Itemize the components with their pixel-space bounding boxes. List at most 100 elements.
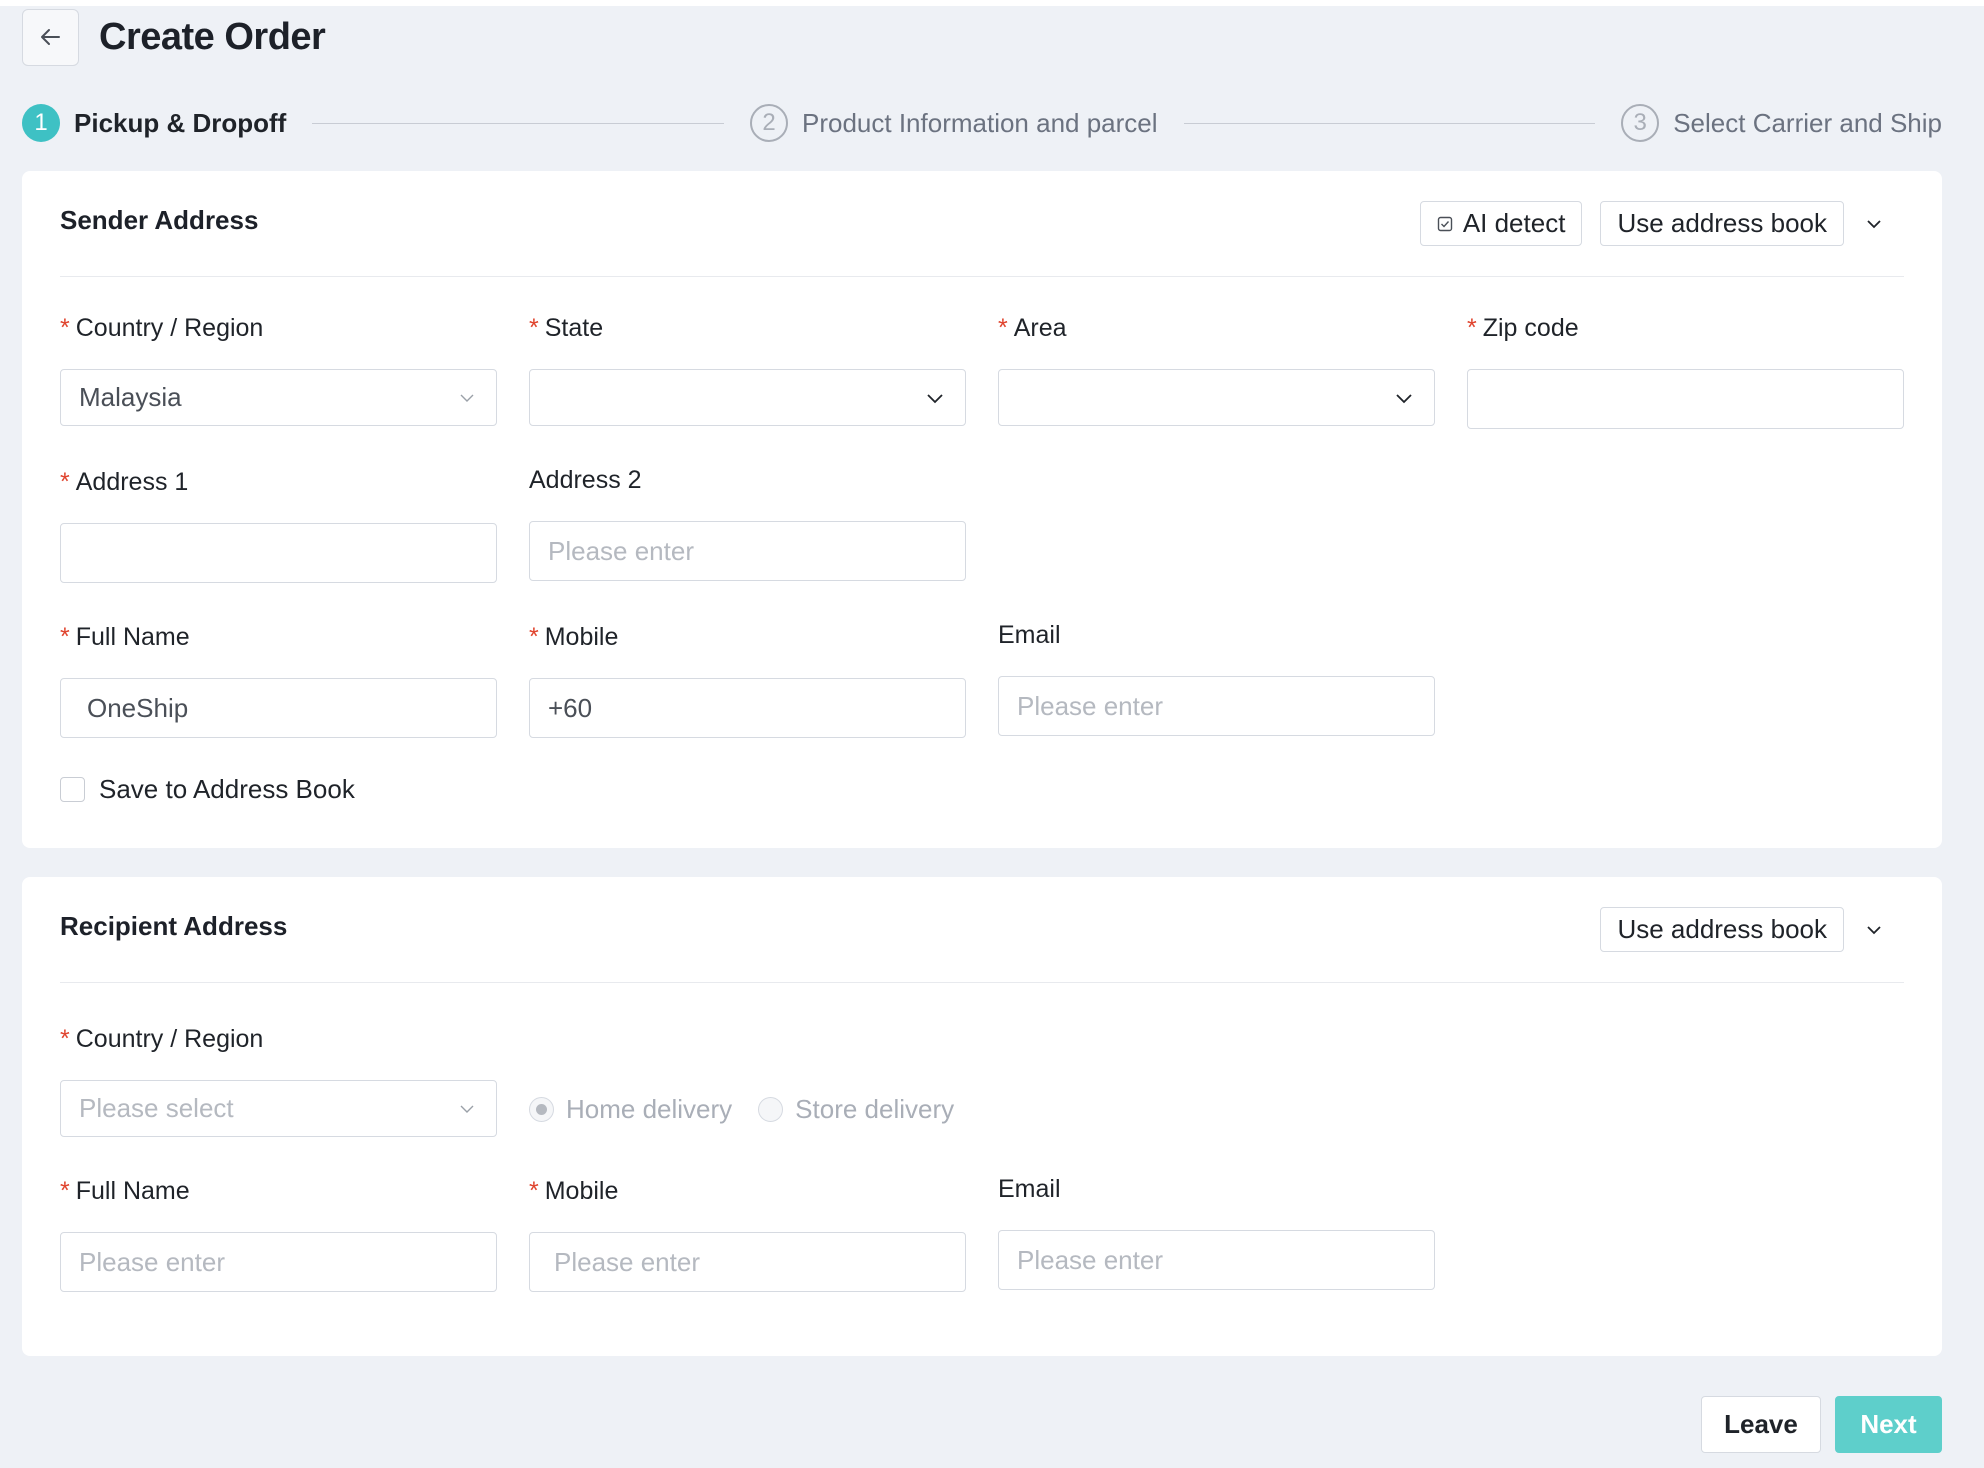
recipient-country-label: Country / Region xyxy=(75,1024,264,1053)
recipient-mobile-placeholder: Please enter xyxy=(554,1246,700,1277)
recipient-title: Recipient Address xyxy=(60,911,288,941)
sender-email-label: Email xyxy=(998,620,1061,649)
sender-state-field: * State xyxy=(529,311,966,426)
store-delivery-label: Store delivery xyxy=(795,1094,955,1124)
required-mark: * xyxy=(998,313,1008,342)
recipient-collapse-toggle[interactable] xyxy=(1844,907,1904,952)
recipient-email-field: Email Please enter xyxy=(998,1172,1435,1290)
sender-email-placeholder: Please enter xyxy=(1017,690,1163,721)
recipient-country-select[interactable]: Please select xyxy=(60,1080,497,1137)
recipient-email-input[interactable]: Please enter xyxy=(998,1230,1435,1290)
required-mark: * xyxy=(60,1176,70,1205)
recipient-fullname-placeholder: Please enter xyxy=(79,1246,225,1277)
required-mark: * xyxy=(1467,313,1477,342)
stepper: 1 Pickup & Dropoff 2 Product Information… xyxy=(22,102,1942,144)
chevron-down-icon xyxy=(925,388,945,408)
sender-country-field: * Country / Region Malaysia xyxy=(60,311,497,426)
store-delivery-radio[interactable] xyxy=(758,1097,784,1122)
sender-address1-input[interactable] xyxy=(60,523,497,583)
sender-area-select[interactable] xyxy=(998,369,1435,426)
required-mark: * xyxy=(60,467,70,496)
sender-mobile-label: Mobile xyxy=(544,622,619,651)
required-mark: * xyxy=(60,313,70,342)
sender-zip-input[interactable] xyxy=(1467,369,1904,429)
step-3-label: Select Carrier and Ship xyxy=(1673,107,1943,138)
leave-button[interactable]: Leave xyxy=(1701,1396,1821,1453)
chevron-down-icon xyxy=(458,389,476,407)
chevron-down-icon xyxy=(458,1100,476,1118)
sender-address-card: Sender Address AI detect Use address boo… xyxy=(22,171,1942,848)
save-address-label: Save to Address Book xyxy=(99,774,355,804)
step-2[interactable]: 2 Product Information and parcel xyxy=(750,104,1158,142)
step-1-number: 1 xyxy=(22,104,60,142)
recipient-actions: Use address book xyxy=(1600,907,1904,952)
step-1[interactable]: 1 Pickup & Dropoff xyxy=(22,104,286,142)
sender-address1-field: * Address 1 xyxy=(60,465,497,583)
sender-address2-input[interactable]: Please enter xyxy=(529,521,966,581)
recipient-mobile-label: Mobile xyxy=(544,1176,619,1205)
sender-zip-label: Zip code xyxy=(1482,313,1579,342)
step-1-label: Pickup & Dropoff xyxy=(74,107,287,138)
step-2-number: 2 xyxy=(750,104,788,142)
store-delivery-option[interactable]: Store delivery xyxy=(758,1094,954,1125)
required-mark: * xyxy=(60,622,70,651)
sender-card-header: Sender Address AI detect Use address boo… xyxy=(60,171,1904,277)
sender-email-input[interactable]: Please enter xyxy=(998,676,1435,736)
sender-address-book-button[interactable]: Use address book xyxy=(1600,201,1844,246)
recipient-fullname-input[interactable]: Please enter xyxy=(60,1232,497,1292)
sender-country-label: Country / Region xyxy=(75,313,264,342)
sender-state-select[interactable] xyxy=(529,369,966,426)
sender-state-label: State xyxy=(544,313,604,342)
recipient-country-placeholder: Please select xyxy=(79,1093,234,1123)
sender-country-select[interactable]: Malaysia xyxy=(60,369,497,426)
next-button[interactable]: Next xyxy=(1835,1396,1942,1453)
sender-mobile-value: +60 xyxy=(548,692,593,723)
sender-zip-field: * Zip code xyxy=(1467,311,1904,429)
recipient-email-label: Email xyxy=(998,1174,1061,1203)
save-to-address-book[interactable]: Save to Address Book xyxy=(60,774,355,805)
sender-address2-label: Address 2 xyxy=(529,465,642,494)
home-delivery-label: Home delivery xyxy=(566,1094,733,1124)
step-divider xyxy=(312,122,724,124)
sender-collapse-toggle[interactable] xyxy=(1844,201,1904,246)
chevron-down-icon xyxy=(1867,219,1881,228)
recipient-mobile-input[interactable]: Please enter xyxy=(529,1232,966,1292)
sender-area-label: Area xyxy=(1013,313,1067,342)
sender-address2-placeholder: Please enter xyxy=(548,535,694,566)
sender-fullname-input[interactable]: OneShip xyxy=(60,678,497,738)
home-delivery-radio[interactable] xyxy=(529,1097,554,1122)
sender-fullname-value: OneShip xyxy=(87,692,189,723)
step-3[interactable]: 3 Select Carrier and Ship xyxy=(1621,104,1942,142)
recipient-mobile-field: * Mobile Please enter xyxy=(529,1174,966,1292)
recipient-fullname-label: Full Name xyxy=(75,1176,190,1205)
sender-email-field: Email Please enter xyxy=(998,618,1435,736)
sender-mobile-input[interactable]: +60 xyxy=(529,678,966,738)
home-delivery-option[interactable]: Home delivery xyxy=(529,1094,732,1125)
sender-mobile-field: * Mobile +60 xyxy=(529,620,966,738)
sender-area-field: * Area xyxy=(998,311,1435,426)
sender-actions: AI detect Use address book xyxy=(1419,201,1904,246)
checkbox-icon xyxy=(1437,216,1453,232)
step-2-label: Product Information and parcel xyxy=(802,107,1158,138)
recipient-address-book-button[interactable]: Use address book xyxy=(1600,907,1844,952)
sender-title: Sender Address xyxy=(60,205,259,235)
ai-detect-button[interactable]: AI detect xyxy=(1419,201,1583,246)
ai-detect-label: AI detect xyxy=(1462,208,1566,238)
recipient-email-placeholder: Please enter xyxy=(1017,1244,1163,1275)
back-button[interactable] xyxy=(22,8,79,66)
sender-address2-field: Address 2 Please enter xyxy=(529,463,966,581)
page-title: Create Order xyxy=(99,15,326,58)
required-mark: * xyxy=(529,313,539,342)
chevron-down-icon xyxy=(1394,388,1414,408)
recipient-card-header: Recipient Address Use address book xyxy=(60,877,1904,983)
sender-country-value: Malaysia xyxy=(79,382,182,412)
required-mark: * xyxy=(529,622,539,651)
step-3-number: 3 xyxy=(1621,104,1660,142)
recipient-fullname-field: * Full Name Please enter xyxy=(60,1174,497,1292)
sender-address1-label: Address 1 xyxy=(75,467,189,496)
recipient-address-card: Recipient Address Use address book * Coun… xyxy=(22,877,1942,1356)
save-address-checkbox[interactable] xyxy=(60,777,85,802)
top-strip xyxy=(0,0,1984,6)
required-mark: * xyxy=(529,1176,539,1205)
sender-fullname-label: Full Name xyxy=(75,622,190,651)
